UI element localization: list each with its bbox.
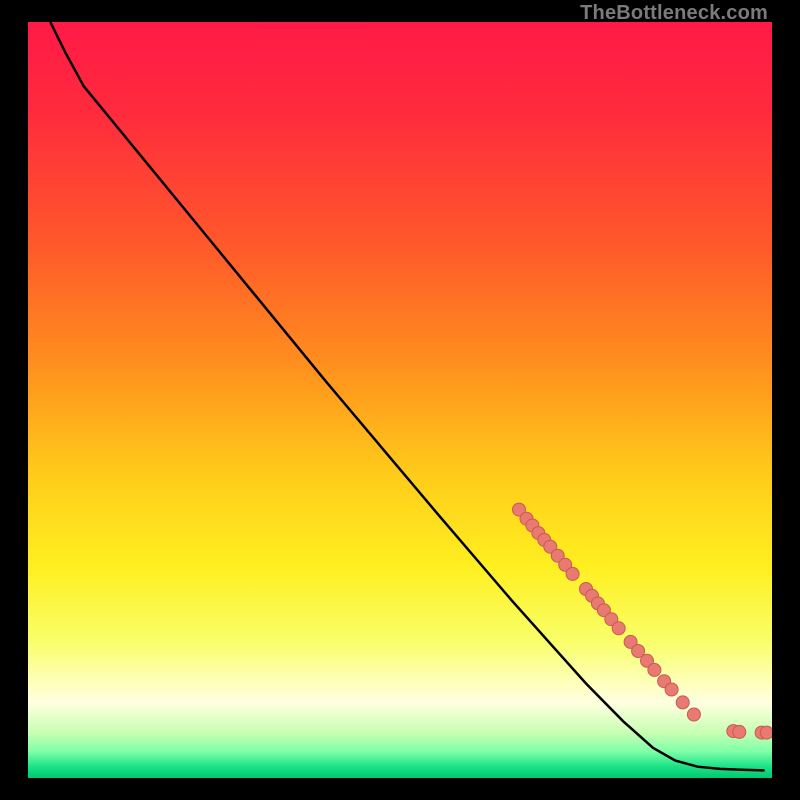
data-marker — [676, 696, 689, 709]
data-marker — [687, 708, 700, 721]
data-marker — [760, 726, 772, 739]
data-marker — [733, 725, 746, 738]
gradient-background — [28, 22, 772, 778]
data-marker — [612, 622, 625, 635]
data-marker — [665, 683, 678, 696]
chart-frame: TheBottleneck.com — [0, 0, 800, 800]
plot-area — [28, 22, 772, 778]
data-marker — [648, 663, 661, 676]
data-marker — [566, 567, 579, 580]
chart-svg — [28, 22, 772, 778]
